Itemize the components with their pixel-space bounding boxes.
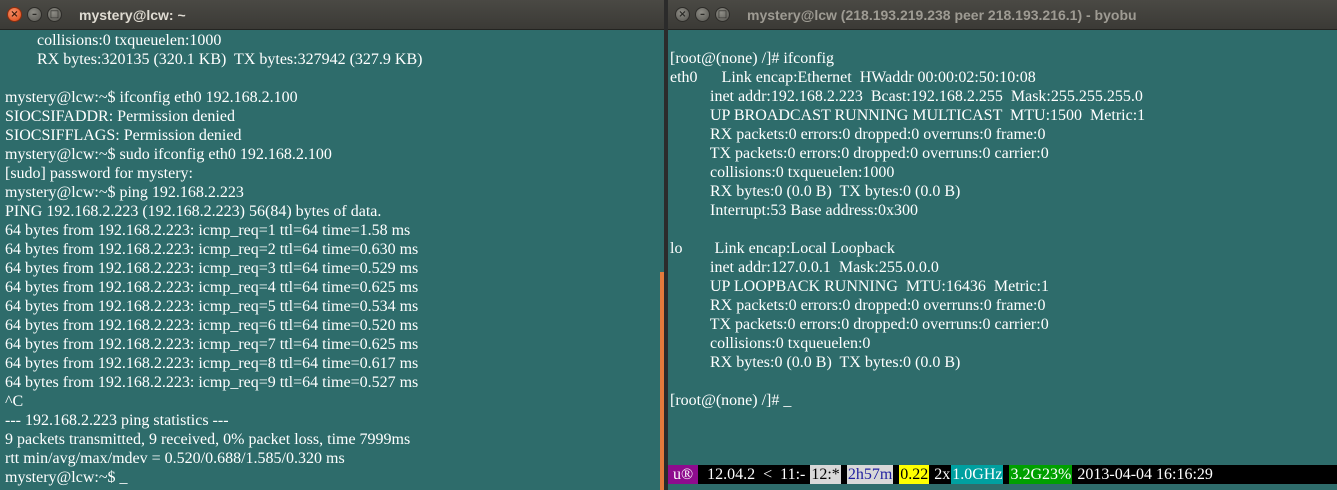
window-title: mystery@lcw (218.193.219.238 peer 218.19… — [747, 6, 1137, 23]
terminal-line: 64 bytes from 192.168.2.223: icmp_req=8 … — [5, 355, 419, 372]
terminal-line: 64 bytes from 192.168.2.223: icmp_req=1 … — [5, 222, 411, 239]
terminal-line: PING 192.168.2.223 (192.168.2.223) 56(84… — [5, 203, 382, 220]
window-bottom-edge — [668, 484, 1337, 490]
terminal-line: lo Link encap:Local Loopback — [670, 240, 895, 257]
terminal-line: 64 bytes from 192.168.2.223: icmp_req=2 … — [5, 241, 419, 258]
terminal-line: mystery@lcw:~$ _ — [5, 469, 128, 486]
terminal-line: RX bytes:0 (0.0 B) TX bytes:0 (0.0 B) — [670, 183, 961, 200]
terminal-line: collisions:0 txqueuelen:1000 — [5, 32, 222, 49]
status-segment: 12:* — [810, 465, 841, 484]
terminal-line: mystery@lcw:~$ sudo ifconfig eth0 192.16… — [5, 146, 332, 163]
byobu-status-bar: u® 12.04.2 < 11:- 12:* 2h57m 0.22 2x 1.0G… — [668, 465, 1337, 484]
terminal-line: SIOCSIFFLAGS: Permission denied — [5, 127, 242, 144]
terminal-line: TX packets:0 errors:0 dropped:0 overruns… — [670, 316, 1049, 333]
close-icon[interactable]: × — [7, 7, 22, 22]
terminal-line: eth0 Link encap:Ethernet HWaddr 00:00:02… — [670, 69, 1036, 86]
terminal-line: 64 bytes from 192.168.2.223: icmp_req=5 … — [5, 298, 419, 315]
maximize-icon[interactable]: □ — [715, 7, 730, 22]
minimize-icon[interactable]: – — [695, 7, 710, 22]
terminal-window-local[interactable]: × – □ mystery@lcw: ~ collisions:0 txqueu… — [0, 0, 664, 490]
scrollbar[interactable] — [660, 272, 664, 490]
terminal-line: TX packets:0 errors:0 dropped:0 overruns… — [670, 145, 1049, 162]
terminal-line: collisions:0 txqueuelen:1000 — [670, 164, 895, 181]
minimize-icon[interactable]: – — [27, 7, 42, 22]
terminal-output[interactable]: collisions:0 txqueuelen:1000 RX bytes:32… — [0, 31, 664, 487]
status-segment: u® — [668, 465, 699, 484]
terminal-line: 64 bytes from 192.168.2.223: icmp_req=7 … — [5, 336, 419, 353]
status-segment: 2013-04-04 16:16:29 — [1072, 465, 1214, 484]
terminal-line: collisions:0 txqueuelen:0 — [670, 335, 871, 352]
terminal-line: mystery@lcw:~$ ping 192.168.2.223 — [5, 184, 244, 201]
status-segment: 2x — [929, 465, 952, 484]
terminal-line: 64 bytes from 192.168.2.223: icmp_req=9 … — [5, 374, 419, 391]
terminal-line: RX packets:0 errors:0 dropped:0 overruns… — [670, 126, 1046, 143]
window-title: mystery@lcw: ~ — [79, 6, 186, 23]
terminal-line: [root@(none) /]# _ — [670, 392, 792, 409]
terminal-line: rtt min/avg/max/mdev = 0.520/0.688/1.585… — [5, 450, 345, 467]
terminal-output[interactable]: [root@(none) /]# ifconfig eth0 Link encap… — [668, 49, 1337, 410]
terminal-line: --- 192.168.2.223 ping statistics --- — [5, 412, 229, 429]
terminal-window-byobu[interactable]: × – □ mystery@lcw (218.193.219.238 peer … — [668, 0, 1337, 490]
terminal-line: [root@(none) /]# ifconfig — [670, 50, 835, 67]
terminal-line: RX bytes:0 (0.0 B) TX bytes:0 (0.0 B) — [670, 354, 961, 371]
terminal-line: mystery@lcw:~$ ifconfig eth0 192.168.2.1… — [5, 89, 298, 106]
terminal-line: 64 bytes from 192.168.2.223: icmp_req=4 … — [5, 279, 419, 296]
terminal-line: UP LOOPBACK RUNNING MTU:16436 Metric:1 — [670, 278, 1049, 295]
terminal-line: 64 bytes from 192.168.2.223: icmp_req=6 … — [5, 317, 419, 334]
terminal-line: ^C — [5, 393, 24, 410]
terminal-line: 64 bytes from 192.168.2.223: icmp_req=3 … — [5, 260, 419, 277]
terminal-line: RX bytes:320135 (320.1 KB) TX bytes:3279… — [5, 51, 423, 68]
status-segment: 3.2G23% — [1009, 465, 1073, 484]
terminal-line: inet addr:127.0.0.1 Mask:255.0.0.0 — [670, 259, 939, 276]
terminal-line: UP BROADCAST RUNNING MULTICAST MTU:1500 … — [670, 107, 1146, 124]
terminal-line: 9 packets transmitted, 9 received, 0% pa… — [5, 431, 411, 448]
terminal-line: inet addr:192.168.2.223 Bcast:192.168.2.… — [670, 88, 1143, 105]
status-segment: 2h57m — [846, 465, 894, 484]
terminal-line: [sudo] password for mystery: — [5, 165, 193, 182]
titlebar[interactable]: × – □ mystery@lcw: ~ — [0, 0, 664, 30]
maximize-icon[interactable]: □ — [47, 7, 62, 22]
titlebar[interactable]: × – □ mystery@lcw (218.193.219.238 peer … — [668, 0, 1337, 30]
status-segment: 0.22 — [899, 465, 930, 484]
close-icon[interactable]: × — [675, 7, 690, 22]
terminal-line: RX packets:0 errors:0 dropped:0 overruns… — [670, 297, 1046, 314]
status-segment: 12.04.2 < 11:- — [698, 465, 811, 484]
terminal-line: SIOCSIFADDR: Permission denied — [5, 108, 235, 125]
status-segment: 1.0GHz — [951, 465, 1004, 484]
terminal-line: Interrupt:53 Base address:0x300 — [670, 202, 918, 219]
